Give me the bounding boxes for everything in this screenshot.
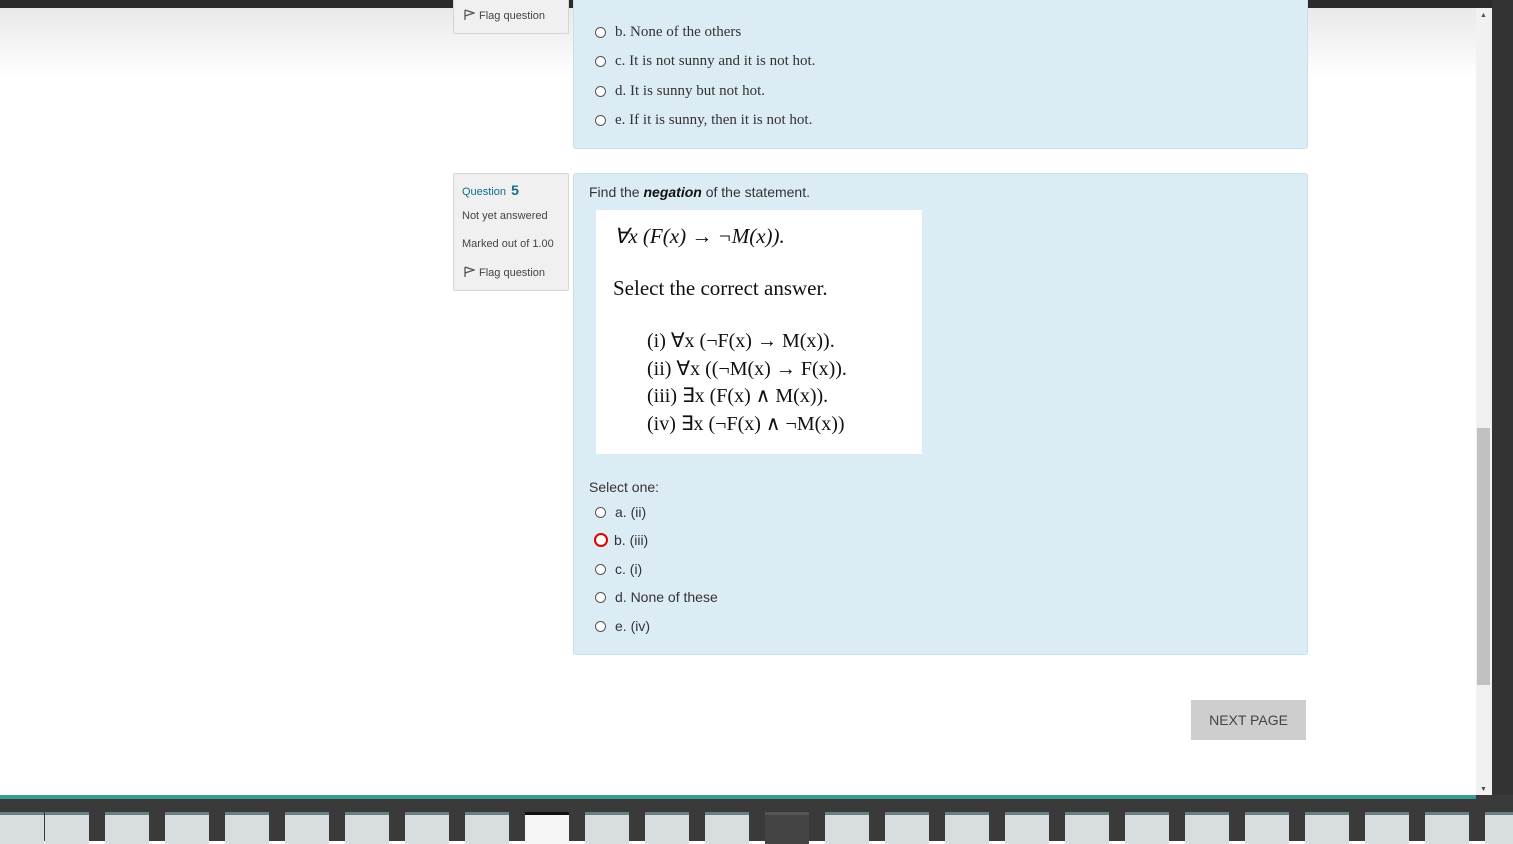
statement-formula: ∀x (F(x) → ¬M(x)). [614, 224, 785, 248]
q4-option-c[interactable]: c. It is not sunny and it is not hot. [595, 53, 815, 70]
question-grade: Marked out of 1.00 [462, 238, 554, 250]
question5-content: Find the negation of the statement. ∀x (… [573, 173, 1308, 655]
page-thumbnail[interactable] [105, 812, 149, 844]
page-thumbnail[interactable] [1065, 812, 1109, 844]
flag-question-label: Flag question [479, 10, 546, 22]
radio-icon[interactable] [595, 591, 606, 603]
question-image: ∀x (F(x) → ¬M(x)). Select the correct an… [596, 210, 922, 454]
page-thumbnail[interactable] [225, 812, 269, 844]
flag-question-label: Flag question [479, 267, 546, 279]
q5-option-b-label: b. (iii) [614, 532, 649, 548]
radio-icon[interactable] [595, 115, 606, 126]
page-thumbnail[interactable] [45, 812, 89, 844]
page-thumbnail[interactable] [945, 812, 989, 844]
scroll-down-icon[interactable]: ▼ [1480, 786, 1487, 794]
page-thumbnail[interactable] [1005, 812, 1049, 844]
page-thumbnail[interactable] [1245, 812, 1289, 844]
question-text-emphasis: negation [643, 184, 702, 200]
question5-info-panel: Question 5 Not yet answered Marked out o… [453, 173, 569, 291]
page-thumbnail[interactable] [465, 812, 509, 844]
q5-option-a[interactable]: a. (ii) [595, 504, 646, 520]
question-number: Question 5 [462, 182, 519, 198]
answer-item-iv: (iv) ∃x (¬F(x) ∧ ¬M(x)) [647, 412, 845, 435]
q4-option-e[interactable]: e. If it is sunny, then it is not hot. [595, 112, 812, 129]
page-thumbnail[interactable] [0, 812, 44, 844]
q5-option-e[interactable]: e. (iv) [595, 618, 650, 634]
select-one-label: Select one: [589, 479, 660, 495]
question-number-value: 5 [511, 182, 519, 198]
page-thumbnail[interactable] [165, 812, 209, 844]
flag-icon [464, 266, 477, 277]
q4-option-c-label: c. It is not sunny and it is not hot. [615, 53, 816, 69]
answer-item-i: (i) ∀x (¬F(x) → M(x)). [647, 330, 835, 352]
radio-icon[interactable] [594, 533, 608, 547]
q5-option-d[interactable]: d. None of these [595, 589, 718, 605]
q5-option-a-label: a. (ii) [615, 504, 647, 520]
q4-option-d-label: d. It is sunny but not hot. [615, 83, 766, 99]
radio-icon[interactable] [595, 620, 606, 632]
page-thumbnail[interactable] [1125, 812, 1169, 844]
flag-icon [464, 9, 477, 20]
page-thumbnail[interactable] [1185, 812, 1229, 844]
question-text-after: of the statement. [705, 184, 811, 200]
page-thumbnail[interactable] [765, 812, 809, 844]
page-thumbnail[interactable] [345, 812, 389, 844]
page-thumbnail[interactable] [1305, 812, 1349, 844]
next-page-button[interactable]: NEXT PAGE [1191, 700, 1306, 740]
question-text-before: Find the [589, 184, 640, 200]
question-label: Question [462, 186, 507, 198]
answer-item-ii: (ii) ∀x ((¬M(x) → F(x)). [647, 357, 847, 380]
question-text: Find the negation of the statement. [589, 184, 810, 200]
q4-option-b[interactable]: b. None of the others [595, 24, 741, 41]
q5-option-e-label: e. (iv) [615, 618, 650, 634]
window-right-edge [1492, 0, 1513, 800]
answer-items: (i) ∀x (¬F(x) → M(x)). (ii) ∀x ((¬M(x) →… [647, 328, 847, 438]
page-thumbnail[interactable] [645, 812, 689, 844]
q4-option-d[interactable]: d. It is sunny but not hot. [595, 83, 765, 100]
flag-question-button[interactable]: Flag question [464, 266, 545, 279]
q5-option-c-label: c. (i) [615, 561, 643, 577]
page-thumbnail[interactable] [825, 812, 869, 844]
question4-info-panel: Flag question [453, 0, 569, 34]
radio-icon[interactable] [595, 86, 606, 97]
question4-content: b. None of the others c. It is not sunny… [573, 0, 1308, 149]
q5-option-c[interactable]: c. (i) [595, 561, 642, 577]
page-thumbnail[interactable] [285, 812, 329, 844]
select-correct-answer: Select the correct answer. [613, 276, 828, 300]
thumbnail-strip-accent [0, 795, 1476, 799]
flag-question-button[interactable]: Flag question [464, 9, 545, 22]
radio-icon[interactable] [595, 563, 606, 575]
radio-icon[interactable] [595, 56, 606, 67]
radio-icon[interactable] [595, 27, 606, 38]
answer-item-iii: (iii) ∃x (F(x) ∧ M(x)). [647, 385, 829, 407]
radio-icon[interactable] [595, 506, 606, 518]
page-thumbnail[interactable] [1365, 812, 1409, 844]
page-thumbnail[interactable] [405, 812, 449, 844]
question-state: Not yet answered [462, 210, 548, 222]
page-thumbnail[interactable] [1425, 812, 1469, 844]
q4-option-b-label: b. None of the others [615, 24, 742, 40]
scroll-up-icon[interactable]: ▲ [1480, 12, 1487, 20]
page-thumbnail[interactable] [705, 812, 749, 844]
page-thumbnail[interactable] [885, 812, 929, 844]
page-thumbnail[interactable] [585, 812, 629, 844]
page-thumbnail[interactable] [1485, 812, 1513, 844]
q5-option-b[interactable]: b. (iii) [594, 532, 649, 548]
q4-option-e-label: e. If it is sunny, then it is not hot. [615, 112, 813, 128]
scrollbar-thumb[interactable] [1477, 428, 1490, 685]
page-thumbnail-active[interactable] [525, 812, 569, 844]
q5-option-d-label: d. None of these [615, 589, 718, 605]
